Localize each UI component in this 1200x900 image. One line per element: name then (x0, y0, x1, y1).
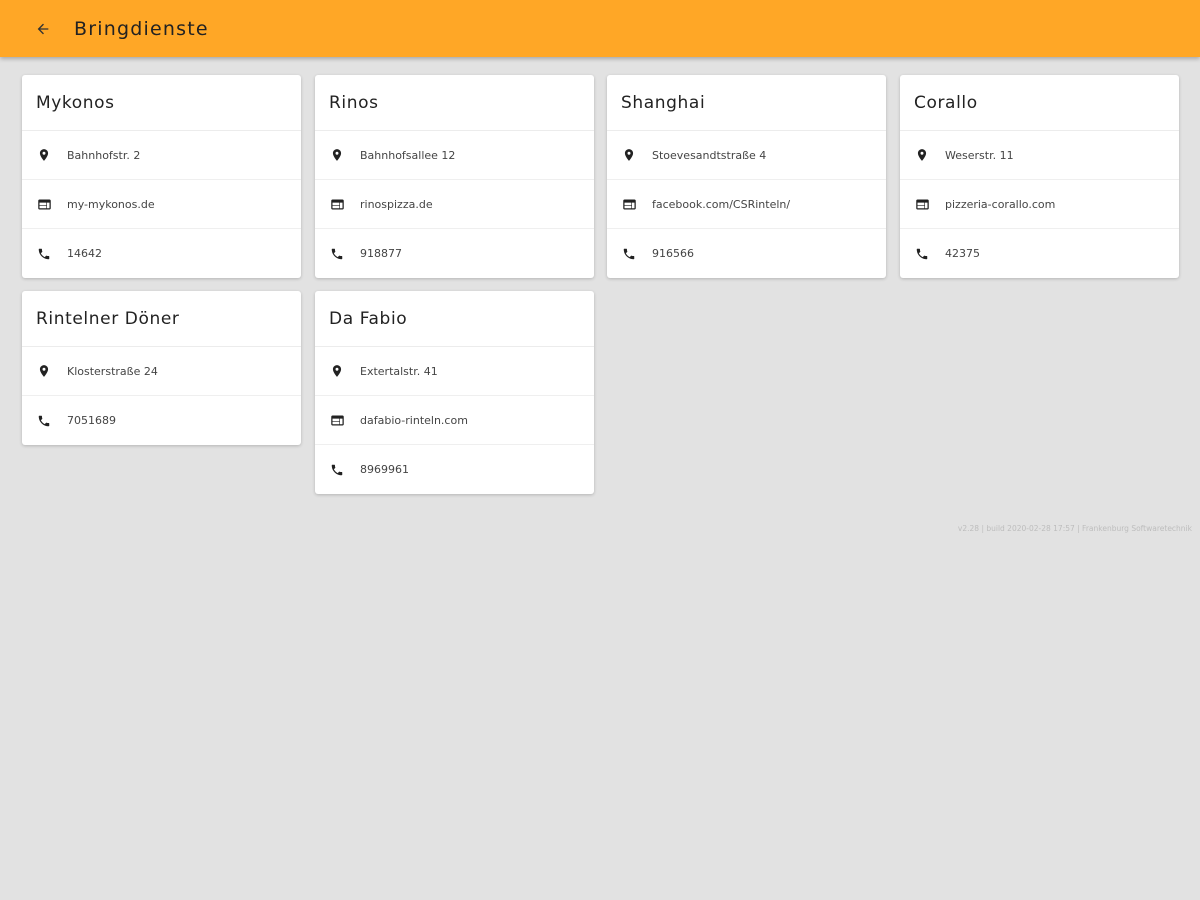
app-bar: Bringdienste (0, 0, 1200, 57)
restaurant-name: Mykonos (22, 75, 301, 131)
website-row[interactable]: dafabio-rinteln.com (315, 396, 594, 445)
phone-icon (36, 413, 52, 429)
restaurant-card: Rinos Bahnhofsallee 12 rinospizza.de 918… (315, 75, 594, 278)
restaurant-name: Corallo (900, 75, 1179, 131)
location-pin-icon (36, 147, 52, 163)
web-icon (36, 196, 52, 212)
restaurant-card: Shanghai Stoevesandtstraße 4 facebook.co… (607, 75, 886, 278)
phone-text: 8969961 (360, 463, 409, 476)
website-text: my-mykonos.de (67, 197, 155, 211)
web-icon (329, 196, 345, 212)
restaurant-name: Da Fabio (315, 291, 594, 347)
location-pin-icon (329, 363, 345, 379)
website-row[interactable]: pizzeria-corallo.com (900, 180, 1179, 229)
version-footer: v2.28 | build 2020-02-28 17:57 | Franken… (957, 524, 1192, 533)
address-row[interactable]: Stoevesandtstraße 4 (607, 131, 886, 180)
website-text: dafabio-rinteln.com (360, 413, 468, 427)
address-row[interactable]: Bahnhofstr. 2 (22, 131, 301, 180)
phone-text: 916566 (652, 247, 694, 260)
website-text: facebook.com/CSRinteln/ (652, 197, 791, 211)
address-row[interactable]: Klosterstraße 24 (22, 347, 301, 396)
back-button[interactable] (28, 14, 58, 44)
location-pin-icon (621, 147, 637, 163)
phone-text: 7051689 (67, 414, 116, 427)
website-row[interactable]: facebook.com/CSRinteln/ (607, 180, 886, 229)
website-text: rinospizza.de (360, 197, 433, 211)
location-pin-icon (329, 147, 345, 163)
restaurant-card: Mykonos Bahnhofstr. 2 my-mykonos.de 1464… (22, 75, 301, 278)
address-text: Stoevesandtstraße 4 (652, 148, 767, 162)
phone-icon (329, 462, 345, 478)
restaurant-name: Rinos (315, 75, 594, 131)
web-icon (914, 196, 930, 212)
phone-text: 14642 (67, 247, 102, 260)
address-text: Klosterstraße 24 (67, 364, 158, 378)
phone-text: 918877 (360, 247, 402, 260)
phone-icon (36, 246, 52, 262)
location-pin-icon (914, 147, 930, 163)
address-text: Weserstr. 11 (945, 148, 1014, 162)
phone-icon (621, 246, 637, 262)
restaurant-name: Rintelner Döner (22, 291, 301, 347)
address-text: Bahnhofsallee 12 (360, 148, 456, 162)
restaurant-card: Corallo Weserstr. 11 pizzeria-corallo.co… (900, 75, 1179, 278)
arrow-back-icon (37, 23, 49, 34)
location-pin-icon (36, 363, 52, 379)
restaurant-name: Shanghai (607, 75, 886, 131)
website-text: pizzeria-corallo.com (945, 197, 1056, 211)
page-title: Bringdienste (74, 17, 209, 40)
phone-row[interactable]: 42375 (900, 229, 1179, 278)
restaurant-card: Rintelner Döner Klosterstraße 24 7051689 (22, 291, 301, 445)
phone-text: 42375 (945, 247, 980, 260)
web-icon (621, 196, 637, 212)
website-row[interactable]: rinospizza.de (315, 180, 594, 229)
address-row[interactable]: Extertalstr. 41 (315, 347, 594, 396)
phone-row[interactable]: 14642 (22, 229, 301, 278)
phone-row[interactable]: 7051689 (22, 396, 301, 445)
address-row[interactable]: Weserstr. 11 (900, 131, 1179, 180)
website-row[interactable]: my-mykonos.de (22, 180, 301, 229)
phone-row[interactable]: 918877 (315, 229, 594, 278)
phone-row[interactable]: 8969961 (315, 445, 594, 494)
address-text: Bahnhofstr. 2 (67, 148, 141, 162)
phone-icon (914, 246, 930, 262)
restaurant-card: Da Fabio Extertalstr. 41 dafabio-rinteln… (315, 291, 594, 494)
phone-icon (329, 246, 345, 262)
address-row[interactable]: Bahnhofsallee 12 (315, 131, 594, 180)
web-icon (329, 412, 345, 428)
address-text: Extertalstr. 41 (360, 364, 438, 378)
phone-row[interactable]: 916566 (607, 229, 886, 278)
